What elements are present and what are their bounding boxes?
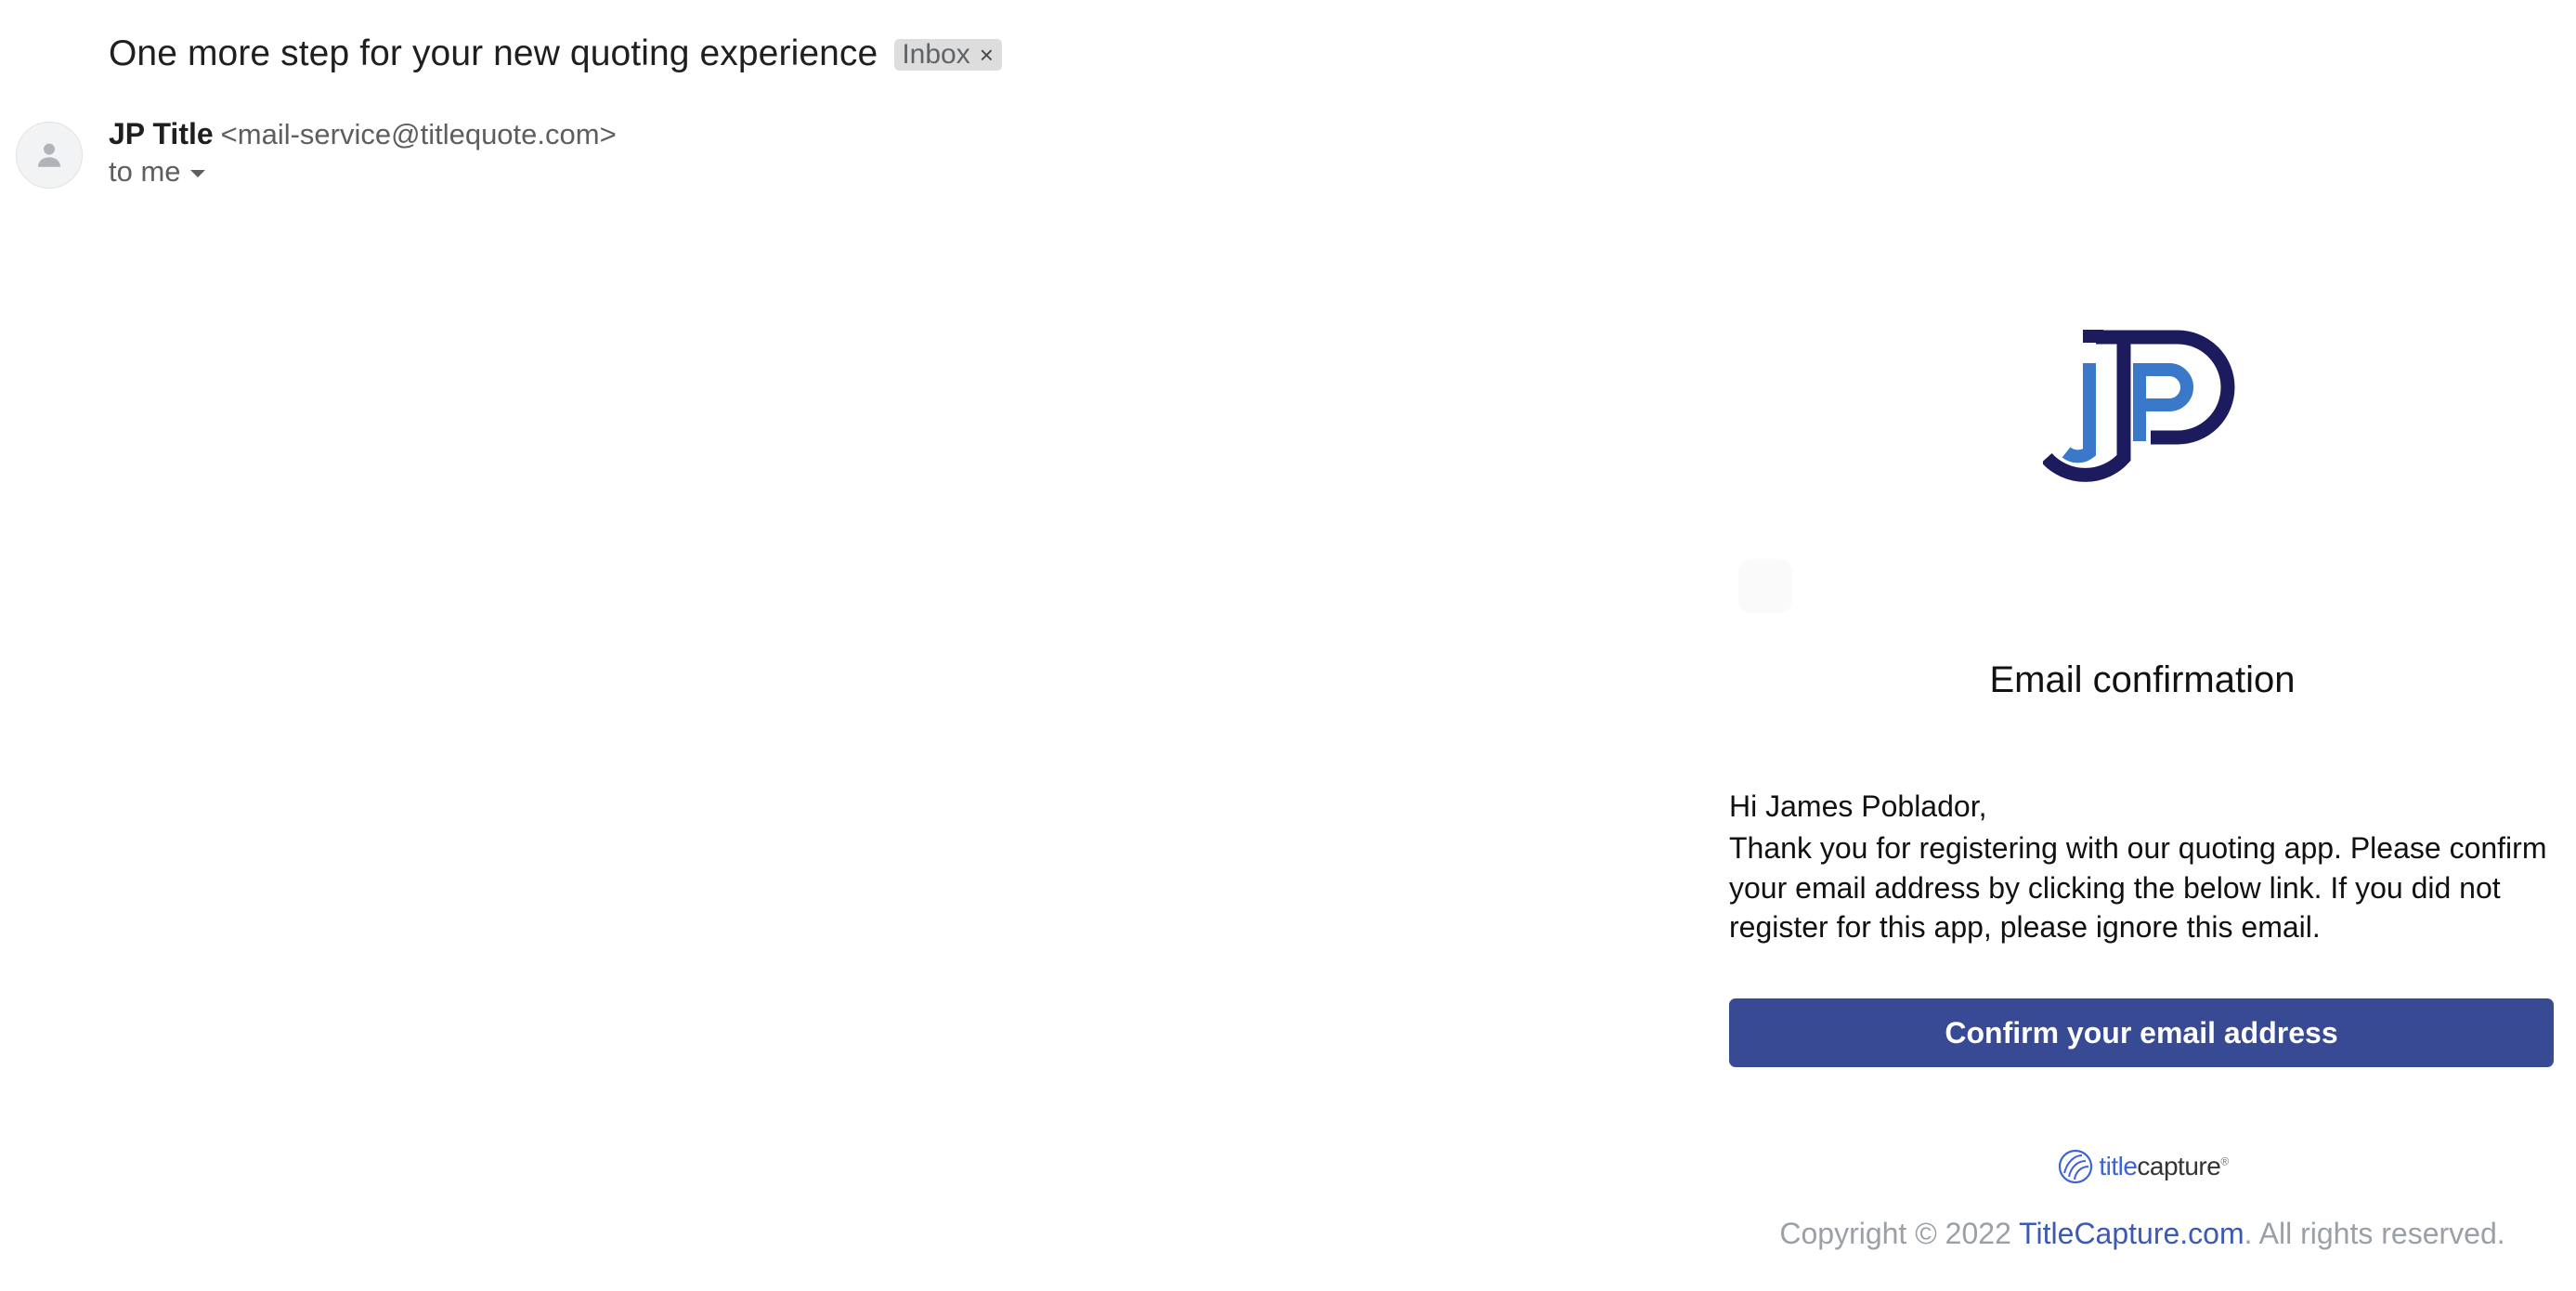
brand-title-text: title <box>2099 1152 2138 1180</box>
greeting: Hi James Poblador, <box>1729 789 1987 823</box>
titlecapture-wordmark: titlecapture® <box>2099 1152 2229 1181</box>
email-subject: One more step for your new quoting exper… <box>109 33 878 73</box>
email-heading: Email confirmation <box>1989 659 2296 700</box>
confirm-email-button[interactable]: Confirm your email address <box>1729 998 2554 1067</box>
jp-title-logo <box>2042 330 2234 482</box>
inbox-label-text: Inbox <box>902 39 970 70</box>
house-swirl-icon <box>2059 1149 2093 1184</box>
remove-label-icon[interactable]: × <box>980 41 994 70</box>
email-body: Email confirmation Hi James Poblador, Th… <box>1729 306 2556 1250</box>
registered-mark: ® <box>2220 1154 2229 1168</box>
recipient-text: to me <box>109 155 181 188</box>
copyright-notice: Copyright © 2022 TitleCapture.com. All r… <box>1729 1217 2556 1251</box>
copyright-prefix: Copyright © 2022 <box>1779 1217 2020 1250</box>
brand-capture-text: capture <box>2137 1152 2221 1180</box>
confirmation-message: Thank you for registering with our quoti… <box>1729 831 2547 944</box>
caret-down-icon <box>189 170 205 177</box>
recipient-details-toggle[interactable]: to me <box>109 153 205 190</box>
copyright-suffix: . All rights reserved. <box>2244 1217 2505 1250</box>
person-icon <box>37 143 61 167</box>
sender-name[interactable]: JP Title <box>109 117 214 151</box>
sender-avatar[interactable] <box>16 122 83 189</box>
titlecapture-link[interactable]: TitleCapture.com <box>2019 1217 2244 1250</box>
email-view: One more step for your new quoting exper… <box>0 0 2576 1291</box>
subject-row: One more step for your new quoting exper… <box>109 26 1002 82</box>
inbox-label-chip[interactable]: Inbox × <box>894 39 1002 71</box>
broken-image-placeholder <box>1738 559 1792 613</box>
titlecapture-logo[interactable]: titlecapture® <box>1729 1147 2556 1186</box>
sender-email: <mail-service@titlequote.com> <box>220 118 617 150</box>
logo-container <box>1729 330 2556 511</box>
